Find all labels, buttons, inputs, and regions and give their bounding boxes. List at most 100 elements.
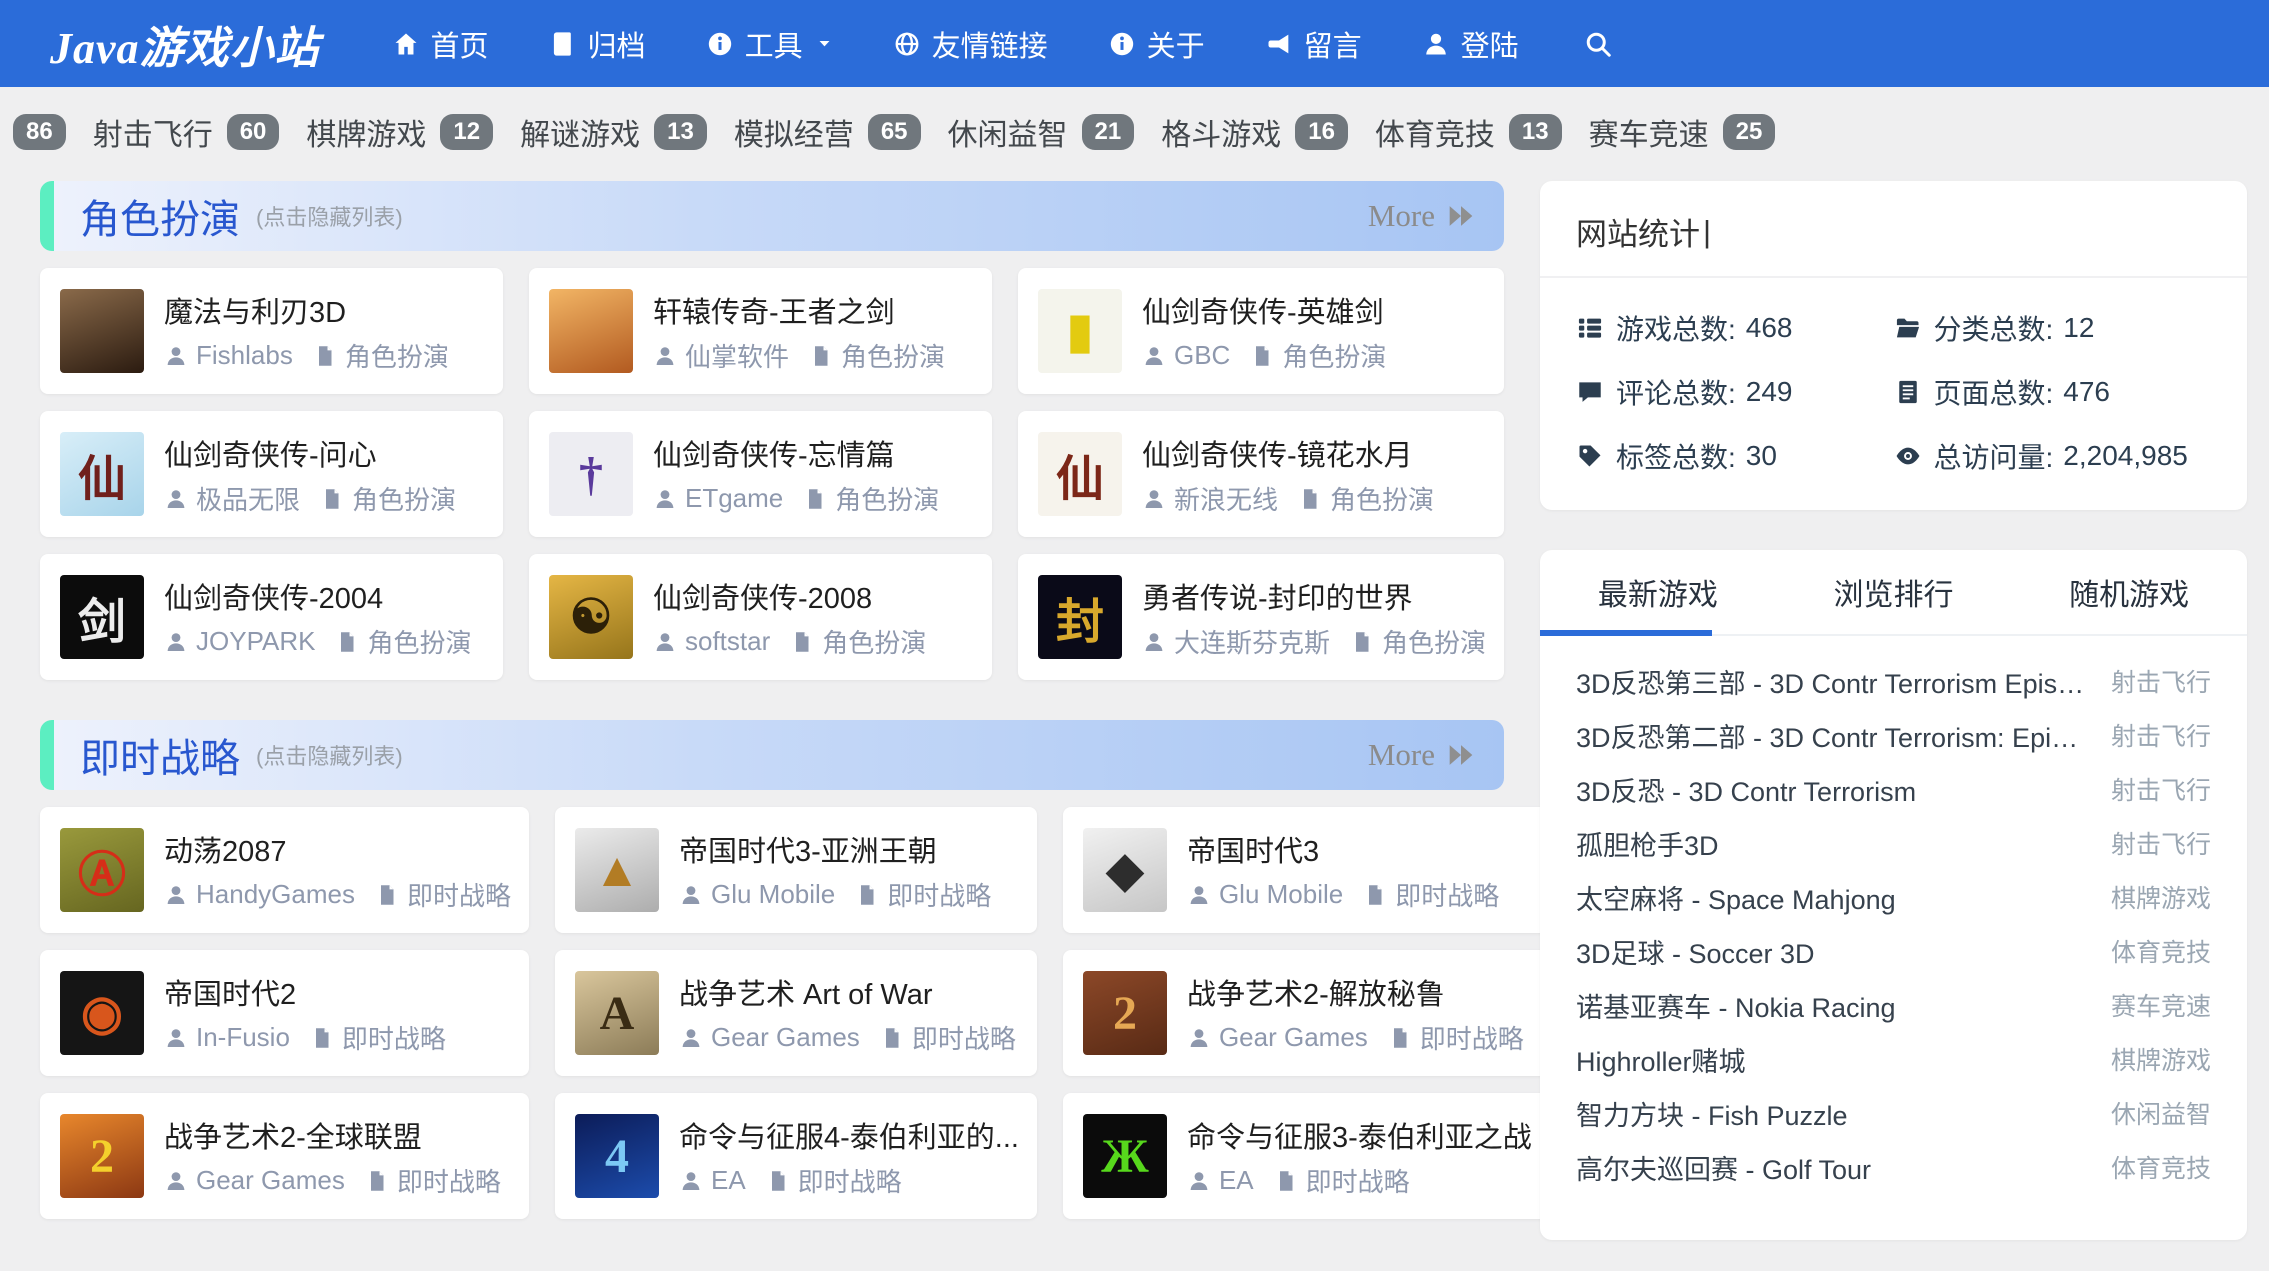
game-publisher[interactable]: Fishlabs <box>196 340 293 371</box>
sidebar-game-category[interactable]: 棋牌游戏 <box>2111 879 2211 915</box>
game-publisher[interactable]: softstar <box>685 626 770 657</box>
game-card[interactable]: 魔法与利刃3D Fishlabs 角色扮演 <box>40 268 503 394</box>
game-thumbnail[interactable]: ◆ <box>1083 828 1167 912</box>
category-item-board[interactable]: 棋牌游戏 12 <box>306 110 493 154</box>
sidebar-game-title[interactable]: Highroller赌城 <box>1576 1040 1768 1079</box>
category-item-sports[interactable]: 体育竞技 13 <box>1375 110 1562 154</box>
game-category[interactable]: 角色扮演 <box>1330 480 1434 517</box>
game-category[interactable]: 即时战略 <box>1395 876 1499 913</box>
game-card[interactable]: 封 勇者传说-封印的世界 大连斯芬克斯 角色扮演 <box>1018 554 1504 680</box>
game-card[interactable]: ◆ 帝国时代3 Glu Mobile 即时战略 <box>1063 807 1550 933</box>
game-category[interactable]: 角色扮演 <box>841 337 945 374</box>
sidebar-game-category[interactable]: 体育竞技 <box>2111 1149 2211 1185</box>
sidebar-game-category[interactable]: 射击飞行 <box>2111 717 2211 753</box>
game-thumbnail[interactable]: ◉ <box>60 971 144 1055</box>
sidebar-game-category[interactable]: 射击飞行 <box>2111 825 2211 861</box>
game-card[interactable]: 轩辕传奇-王者之剑 仙掌软件 角色扮演 <box>529 268 992 394</box>
game-publisher[interactable]: ETgame <box>685 483 783 514</box>
sidebar-game-title[interactable]: 3D足球 - Soccer 3D <box>1576 932 1837 971</box>
nav-item-friend-links[interactable]: 友情链接 <box>893 23 1048 65</box>
game-publisher[interactable]: Glu Mobile <box>711 879 835 910</box>
game-title[interactable]: 仙剑奇侠传-2008 <box>653 575 974 617</box>
more-link[interactable]: More <box>1368 737 1478 773</box>
game-publisher[interactable]: 极品无限 <box>196 480 300 517</box>
sidebar-game-category[interactable]: 棋牌游戏 <box>2111 1041 2211 1077</box>
game-thumbnail[interactable]: ▲ <box>575 828 659 912</box>
game-thumbnail[interactable]: 4 <box>575 1114 659 1198</box>
nav-item-login[interactable]: 登陆 <box>1422 23 1519 65</box>
game-category[interactable]: 即时战略 <box>912 1019 1016 1056</box>
game-title[interactable]: 帝国时代3-亚洲王朝 <box>679 828 1019 870</box>
game-publisher[interactable]: 仙掌软件 <box>685 337 789 374</box>
sidebar-game-category[interactable]: 射击飞行 <box>2111 663 2211 699</box>
sidebar-game-category[interactable]: 休闲益智 <box>2111 1095 2211 1131</box>
game-category[interactable]: 即时战略 <box>798 1162 902 1199</box>
sidebar-game-category[interactable]: 赛车竞速 <box>2111 987 2211 1023</box>
game-publisher[interactable]: Glu Mobile <box>1219 879 1343 910</box>
game-thumbnail[interactable]: Ж <box>1083 1114 1167 1198</box>
game-publisher[interactable]: Gear Games <box>711 1022 860 1053</box>
tab-latest-games[interactable]: 最新游戏 <box>1540 550 1776 634</box>
game-category[interactable]: 角色扮演 <box>367 623 471 660</box>
sidebar-game-title[interactable]: 3D反恐 - 3D Contr Terrorism <box>1576 770 1938 809</box>
game-thumbnail[interactable]: A <box>575 971 659 1055</box>
nav-item-tools[interactable]: 工具 <box>706 23 833 65</box>
category-item-simulation[interactable]: 模拟经营 65 <box>734 110 921 154</box>
game-card[interactable]: ▲ 帝国时代3-亚洲王朝 Glu Mobile 即时战略 <box>555 807 1037 933</box>
nav-item-about[interactable]: 关于 <box>1108 23 1205 65</box>
game-publisher[interactable]: In-Fusio <box>196 1022 290 1053</box>
game-thumbnail[interactable] <box>549 289 633 373</box>
game-title[interactable]: 仙剑奇侠传-镜花水月 <box>1142 432 1486 474</box>
game-card[interactable]: A 战争艺术 Art of War Gear Games 即时战略 <box>555 950 1037 1076</box>
tab-random-games[interactable]: 随机游戏 <box>2011 550 2247 634</box>
game-title[interactable]: 动荡2087 <box>164 828 511 870</box>
game-title[interactable]: 战争艺术2-全球联盟 <box>164 1114 511 1156</box>
game-title[interactable]: 仙剑奇侠传-忘情篇 <box>653 432 974 474</box>
sidebar-game-title[interactable]: 智力方块 - Fish Puzzle <box>1576 1094 1870 1133</box>
game-card[interactable]: † 仙剑奇侠传-忘情篇 ETgame 角色扮演 <box>529 411 992 537</box>
game-title[interactable]: 仙剑奇侠传-2004 <box>164 575 485 617</box>
sidebar-game-title[interactable]: 3D反恐第二部 - 3D Contr Terrorism: Episo... <box>1576 716 2111 755</box>
game-thumbnail[interactable]: 2 <box>60 1114 144 1198</box>
game-thumbnail[interactable]: ▮ <box>1038 289 1122 373</box>
nav-item-home[interactable]: 首页 <box>392 23 489 65</box>
game-publisher[interactable]: EA <box>711 1165 746 1196</box>
sidebar-game-title[interactable]: 太空麻将 - Space Mahjong <box>1576 878 1918 917</box>
tab-view-ranking[interactable]: 浏览排行 <box>1776 550 2012 634</box>
section-header-rts[interactable]: 即时战略 (点击隐藏列表) More <box>40 720 1504 790</box>
game-publisher[interactable]: Gear Games <box>1219 1022 1368 1053</box>
game-thumbnail[interactable]: † <box>549 432 633 516</box>
game-category[interactable]: 角色扮演 <box>352 480 456 517</box>
game-title[interactable]: 战争艺术2-解放秘鲁 <box>1187 971 1532 1013</box>
game-title[interactable]: 轩辕传奇-王者之剑 <box>653 289 974 331</box>
game-publisher[interactable]: 新浪无线 <box>1174 480 1278 517</box>
game-title[interactable]: 命令与征服4-泰伯利亚的... <box>679 1114 1019 1156</box>
game-card[interactable]: 仙 仙剑奇侠传-镜花水月 新浪无线 角色扮演 <box>1018 411 1504 537</box>
game-publisher[interactable]: GBC <box>1174 340 1230 371</box>
game-publisher[interactable]: HandyGames <box>196 879 355 910</box>
sidebar-game-category[interactable]: 射击飞行 <box>2111 771 2211 807</box>
game-thumbnail[interactable]: 剑 <box>60 575 144 659</box>
game-title[interactable]: 勇者传说-封印的世界 <box>1142 575 1486 617</box>
game-title[interactable]: 帝国时代3 <box>1187 828 1532 870</box>
sidebar-game-title[interactable]: 3D反恐第三部 - 3D Contr Terrorism Episo... <box>1576 662 2111 701</box>
game-category[interactable]: 即时战略 <box>1306 1162 1410 1199</box>
game-category[interactable]: 即时战略 <box>887 876 991 913</box>
game-card[interactable]: 仙 仙剑奇侠传-问心 极品无限 角色扮演 <box>40 411 503 537</box>
category-item-racing[interactable]: 赛车竞速 25 <box>1589 110 1776 154</box>
game-title[interactable]: 仙剑奇侠传-问心 <box>164 432 485 474</box>
game-card[interactable]: ◉ 帝国时代2 In-Fusio 即时战略 <box>40 950 529 1076</box>
game-thumbnail[interactable]: 仙 <box>1038 432 1122 516</box>
game-category[interactable]: 角色扮演 <box>822 623 926 660</box>
game-category[interactable]: 角色扮演 <box>1282 337 1386 374</box>
section-header-rpg[interactable]: 角色扮演 (点击隐藏列表) More <box>40 181 1504 251</box>
game-card[interactable]: ▮ 仙剑奇侠传-英雄剑 GBC 角色扮演 <box>1018 268 1504 394</box>
game-thumbnail[interactable]: 仙 <box>60 432 144 516</box>
game-publisher[interactable]: JOYPARK <box>196 626 315 657</box>
search-button[interactable] <box>1583 29 1613 59</box>
game-publisher[interactable]: Gear Games <box>196 1165 345 1196</box>
game-thumbnail[interactable] <box>60 289 144 373</box>
game-card[interactable]: 剑 仙剑奇侠传-2004 JOYPARK 角色扮演 <box>40 554 503 680</box>
game-card[interactable]: 2 战争艺术2-解放秘鲁 Gear Games 即时战略 <box>1063 950 1550 1076</box>
game-title[interactable]: 命令与征服3-泰伯利亚之战 <box>1187 1114 1532 1156</box>
